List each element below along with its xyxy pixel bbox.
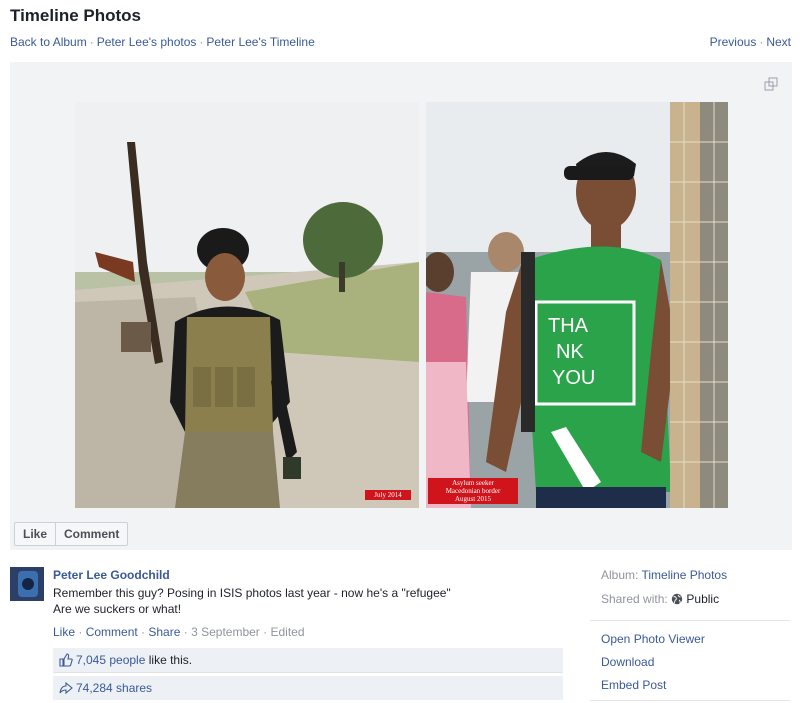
previous-link[interactable]: Previous: [710, 35, 757, 49]
download-link[interactable]: Download: [601, 655, 654, 669]
timeline-link[interactable]: Peter Lee's Timeline: [206, 35, 314, 49]
avatar-image: [10, 567, 44, 601]
avatar[interactable]: [10, 567, 44, 601]
shirt-text-line2: NK: [556, 341, 584, 363]
photo-navigation: Previous · Next: [710, 35, 791, 49]
next-link[interactable]: Next: [766, 35, 791, 49]
photo-left-image: [75, 102, 419, 508]
shared-with-value: Public: [686, 592, 720, 606]
tag-line: Macedonian border: [445, 487, 501, 495]
nav-separator: ·: [759, 35, 764, 49]
comment-button[interactable]: Comment: [55, 523, 127, 545]
photo-right-image: THA NK YOU: [426, 102, 728, 508]
photo-stage: July 2014 THA NK YOU Asylum seeker Maced…: [10, 62, 792, 550]
edited-label[interactable]: Edited: [270, 625, 304, 639]
post-author[interactable]: Peter Lee Goodchild: [53, 568, 170, 582]
separator: ·: [259, 625, 271, 639]
photo-date-tag-left: July 2014: [365, 490, 411, 500]
shirt-text-line1: THA: [548, 315, 589, 337]
page-title: Timeline Photos: [10, 6, 141, 25]
album-label: Album:: [601, 568, 639, 582]
back-to-album-link[interactable]: Back to Album: [10, 35, 87, 49]
thumbs-up-icon: [59, 653, 73, 667]
photo-date-tag-right: Asylum seeker Macedonian border August 2…: [428, 478, 518, 504]
caption-line: Remember this guy? Posing in ISIS photos…: [53, 586, 451, 600]
likes-count-link[interactable]: 7,045 people: [76, 653, 145, 667]
shirt-text-line3: YOU: [552, 367, 595, 389]
breadcrumb-separator: ·: [89, 35, 94, 49]
embed-post-link[interactable]: Embed Post: [601, 678, 666, 692]
open-photo-viewer-link[interactable]: Open Photo Viewer: [601, 632, 705, 646]
expand-icon[interactable]: [764, 77, 778, 91]
separator: ·: [137, 625, 149, 639]
photo-left: July 2014: [75, 102, 419, 508]
breadcrumb-separator: ·: [199, 35, 204, 49]
privacy-info: Shared with: Public: [601, 592, 719, 606]
breadcrumb: Back to Album · Peter Lee's photos · Peter L…: [10, 35, 315, 49]
post-share-link[interactable]: Share: [148, 625, 180, 639]
sidebar-divider: [590, 620, 790, 621]
tag-line: Asylum seeker: [452, 479, 494, 487]
photos-link[interactable]: Peter Lee's photos: [97, 35, 197, 49]
separator: ·: [75, 625, 86, 639]
post-caption: Remember this guy? Posing in ISIS photos…: [53, 585, 451, 617]
album-link[interactable]: Timeline Photos: [641, 568, 727, 582]
share-arrow-icon: [59, 681, 73, 695]
shares-count-link[interactable]: 74,284 shares: [76, 681, 152, 695]
tag-line: August 2015: [455, 495, 491, 503]
sidebar-divider: [590, 700, 790, 701]
likes-suffix: like this.: [148, 653, 193, 667]
post-like-link[interactable]: Like: [53, 625, 75, 639]
globe-icon[interactable]: [671, 593, 683, 605]
photo-action-bar: Like Comment: [14, 522, 129, 546]
shares-summary: 74,284 shares: [53, 676, 563, 700]
caption-line: Are we suckers or what!: [53, 602, 182, 616]
shared-with-label: Shared with:: [601, 592, 668, 606]
album-info: Album: Timeline Photos: [601, 568, 727, 582]
post-comment-link[interactable]: Comment: [86, 625, 138, 639]
photo-right: THA NK YOU Asylum seeker Macedonian bord…: [426, 102, 728, 508]
post-date[interactable]: 3 September: [191, 625, 260, 639]
like-button[interactable]: Like: [15, 523, 55, 545]
likes-summary: 7,045 people like this.: [53, 648, 563, 673]
post-actions: Like · Comment · Share · 3 September · E…: [53, 625, 305, 639]
separator: ·: [180, 625, 192, 639]
